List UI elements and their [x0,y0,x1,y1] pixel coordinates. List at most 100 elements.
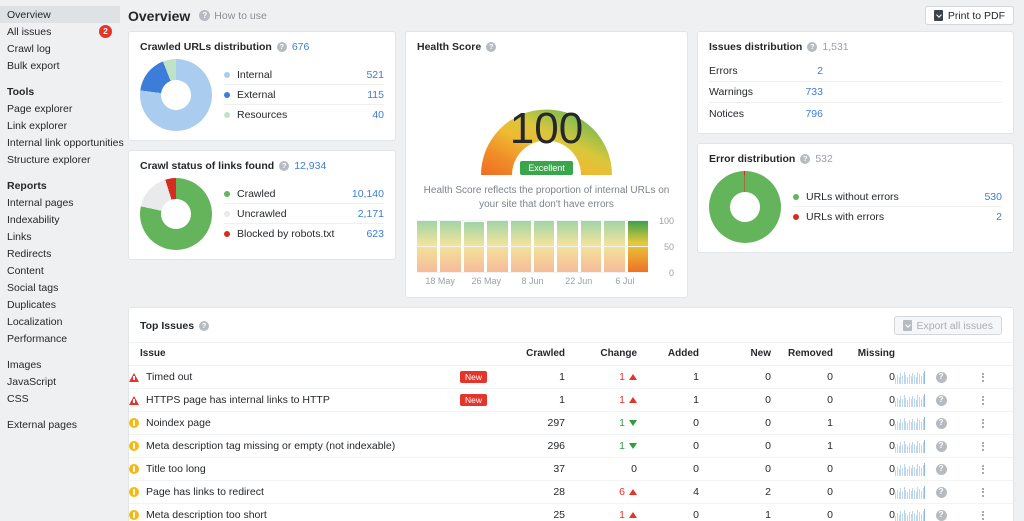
help-icon[interactable]: ? [807,42,818,52]
sidebar-item-external-pages[interactable]: External pages [0,416,120,433]
change-cell: 1 [565,504,638,521]
print-to-pdf-button[interactable]: Print to PDF [924,6,1014,25]
sidebar-item-bulk-export[interactable]: Bulk export [0,57,120,74]
help-icon[interactable]: ? [935,440,947,452]
sparkline [895,485,929,499]
sidebar-item-crawl-log[interactable]: Crawl log [0,40,120,57]
column-header-change[interactable]: Change [565,342,638,366]
sidebar-item-all-issues[interactable]: All issues 2 [0,23,120,40]
crawled-cell: 297 [491,411,566,435]
help-icon[interactable]: ? [935,509,947,521]
issue-name-cell[interactable]: HTTPS page has internal links to HTTP [129,388,429,412]
sidebar-item-page-explorer[interactable]: Page explorer [0,100,120,117]
table-row[interactable]: Meta description too short 25 1 0 1 0 0? [129,504,1013,521]
column-header-added[interactable]: Added [637,342,700,366]
table-row[interactable]: HTTPS page has internal links to HTTP New… [129,388,1013,412]
missing-cell: 0 [833,480,896,504]
help-icon[interactable]: ? [800,154,811,164]
row-menu-cell [953,480,1013,504]
how-to-use-link[interactable]: ? How to use [199,10,267,22]
table-row[interactable]: Timed out New 1 1 1 0 0 0? [129,365,1013,389]
sidebar-item-images[interactable]: Images [0,356,120,373]
help-icon[interactable]: ? [279,161,290,171]
sidebar-item-social-tags[interactable]: Social tags [0,279,120,296]
export-all-issues-button[interactable]: Export all issues [893,316,1002,335]
sparkline [895,462,929,476]
legend: Crawled 10,140 Uncrawled 2,171 Blocked by ro… [224,184,384,244]
legend-dot [793,214,799,220]
issue-name-cell[interactable]: Title too long [129,457,429,481]
issues-distribution-row: Notices 796 [709,103,1002,124]
sidebar-item-label: Performance [7,332,68,345]
card-header: Crawled URLs distribution ? 676 [140,41,384,53]
error-icon [129,395,139,405]
sidebar-item-structure-explorer[interactable]: Structure explorer [0,151,120,168]
help-icon[interactable]: ? [935,463,947,475]
sidebar-item-indexability[interactable]: Indexability [0,211,120,228]
legend-value: 530 [984,190,1002,203]
table-row[interactable]: Meta description tag missing or empty (n… [129,434,1013,458]
column-header-missing[interactable]: Missing [833,342,896,366]
added-cell: 0 [637,457,700,481]
removed-cell: 0 [771,480,834,504]
new-badge-cell [429,457,492,481]
table-row[interactable]: Noindex page 297 1 0 0 1 0? [129,411,1013,435]
new-cell: 0 [699,434,772,458]
sidebar-item-internal-pages[interactable]: Internal pages [0,194,120,211]
row-help-cell: ? [929,434,954,458]
more-options-icon[interactable] [953,395,1013,405]
issue-name-cell[interactable]: Noindex page [129,411,429,435]
sidebar-item-content[interactable]: Content [0,262,120,279]
column-header-issue[interactable]: Issue [129,342,492,366]
help-icon[interactable]: ? [199,320,210,331]
column-header-menu [953,342,1013,366]
sidebar-item-internal-link-opportunities[interactable]: Internal link opportunities [0,134,124,151]
sidebar-item-css[interactable]: CSS [0,390,120,407]
legend-row: External 115 [224,85,384,105]
help-icon[interactable]: ? [935,394,947,406]
removed-cell: 0 [771,365,834,389]
sidebar-item-link-explorer[interactable]: Link explorer [0,117,120,134]
column-header-crawled[interactable]: Crawled [491,342,566,366]
row-value: 796 [805,107,823,120]
issue-name-cell[interactable]: Meta description tag missing or empty (n… [129,434,429,458]
help-icon[interactable]: ? [935,371,947,383]
issues-distribution-bars: Errors 2 Warnings 733 Notices 796 [709,61,1002,124]
legend-value: 623 [366,228,384,240]
health-score-rating: Excellent [465,161,628,175]
sidebar-item-performance[interactable]: Performance [0,330,120,347]
sidebar-item-javascript[interactable]: JavaScript [0,373,120,390]
column-header-removed[interactable]: Removed [771,342,834,366]
sidebar-item-links[interactable]: Links [0,228,120,245]
issue-name-cell[interactable]: Timed out [129,365,429,389]
added-cell: 0 [693,509,700,521]
sidebar-item-label: JavaScript [7,375,57,388]
crawled-cell: 28 [491,480,566,504]
help-icon[interactable]: ? [935,486,947,498]
sidebar-item-overview[interactable]: Overview [0,6,120,23]
table-row[interactable]: Title too long 37 0 0 0 0 0? [129,457,1013,481]
more-options-icon[interactable] [953,510,1013,520]
legend-dot [224,91,230,98]
more-options-icon[interactable] [953,418,1013,428]
more-options-icon[interactable] [953,464,1013,474]
column-header-new[interactable]: New [699,342,772,366]
more-options-icon[interactable] [953,441,1013,451]
more-options-icon[interactable] [953,372,1013,382]
error-icon [129,372,139,382]
sidebar-item-redirects[interactable]: Redirects [0,245,120,262]
download-icon [933,10,943,21]
issue-name-cell[interactable]: Page has links to redirect [129,480,429,504]
help-icon[interactable]: ? [276,42,287,52]
table-row[interactable]: Page has links to redirect 28 6 4 2 0 0? [129,480,1013,504]
row-help-cell: ? [929,365,954,389]
help-icon[interactable]: ? [935,417,947,429]
card-total: 1,531 [822,41,849,53]
sidebar-item-localization[interactable]: Localization [0,313,120,330]
issue-name-cell[interactable]: Meta description too short [129,504,429,521]
sidebar-item-duplicates[interactable]: Duplicates [0,296,120,313]
arrow-down-icon [629,420,638,426]
crawled-urls-distribution-card: Crawled URLs distribution ? 676 Internal… [128,31,396,141]
more-options-icon[interactable] [953,487,1013,497]
help-icon[interactable]: ? [486,42,497,52]
